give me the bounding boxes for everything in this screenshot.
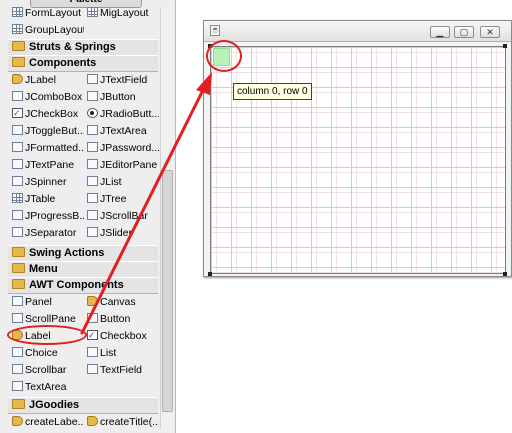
palette-item-jbutton[interactable]: JButton <box>87 89 159 105</box>
palette-item-jlabel[interactable]: JLabel <box>12 72 84 88</box>
spinner-icon <box>12 176 23 186</box>
palette-item-jtable[interactable]: JTable <box>12 191 84 207</box>
label-icon <box>87 416 98 426</box>
category-jgoodies[interactable]: JGoodies <box>8 397 158 414</box>
panel-icon <box>12 296 23 306</box>
palette-item-grouplayout[interactable]: GroupLayout <box>12 22 84 38</box>
folder-open-icon <box>12 57 25 68</box>
folder-open-icon <box>12 279 25 290</box>
palette-item-scrollbar[interactable]: Scrollbar <box>12 362 84 378</box>
category-components[interactable]: Components <box>8 55 158 72</box>
palette-item-createlabel[interactable]: createLabe... <box>12 414 84 430</box>
form-window[interactable]: ☕ ▁ ▢ ✕ <box>203 20 512 277</box>
label-icon <box>12 416 23 426</box>
textfield-icon <box>87 74 98 84</box>
minimize-button[interactable]: ▁ <box>430 26 450 38</box>
textfield-icon <box>87 364 98 374</box>
list-icon <box>87 347 98 357</box>
formatted-field-icon <box>12 142 23 152</box>
cell-tooltip: column 0, row 0 <box>233 83 312 100</box>
palette-item-jtextfield[interactable]: JTextField <box>87 72 159 88</box>
palette-item-jtree[interactable]: JTree <box>87 191 159 207</box>
palette-item-jpassword[interactable]: JPassword... <box>87 140 159 156</box>
folder-icon <box>12 263 25 274</box>
palette-item-textfield[interactable]: TextField <box>87 362 159 378</box>
resize-handle[interactable] <box>208 272 212 276</box>
grid-layout-icon <box>12 24 23 34</box>
label-icon <box>12 74 23 84</box>
palette-item-list[interactable]: List <box>87 345 159 361</box>
category-swing-actions[interactable]: Swing Actions <box>8 245 158 262</box>
textpane-icon <box>12 159 23 169</box>
list-icon <box>87 176 98 186</box>
palette-item-createtitle[interactable]: createTitle(... <box>87 414 159 430</box>
table-icon <box>12 193 23 203</box>
palette-item-jlist[interactable]: JList <box>87 174 159 190</box>
separator-icon <box>12 227 23 237</box>
textarea-icon <box>12 381 23 391</box>
palette-item-checkbox[interactable]: Checkbox <box>87 328 159 344</box>
password-field-icon <box>87 142 98 152</box>
palette-item-jtextpane[interactable]: JTextPane <box>12 157 84 173</box>
palette-item-miglayout[interactable]: MigLayout <box>87 5 159 21</box>
palette-panel: Palette FormLayout MigLayout GroupLayout… <box>0 0 176 433</box>
scrollbar-icon <box>87 210 98 220</box>
palette-item-jtextarea[interactable]: JTextArea <box>87 123 159 139</box>
textarea-icon <box>87 125 98 135</box>
palette-item-formlayout[interactable]: FormLayout <box>12 5 84 21</box>
palette-item-jeditorpane[interactable]: JEditorPane <box>87 157 159 173</box>
toggle-button-icon <box>12 125 23 135</box>
tree-icon <box>87 193 98 203</box>
close-button[interactable]: ✕ <box>480 26 500 38</box>
category-struts-springs[interactable]: Struts & Springs <box>8 39 158 56</box>
palette-item-jprogressbar[interactable]: JProgressB... <box>12 208 84 224</box>
scrollpane-icon <box>12 313 23 323</box>
scrollbar-icon <box>12 364 23 374</box>
combobox-icon <box>12 91 23 101</box>
palette-scrollbar-thumb[interactable] <box>162 170 173 412</box>
palette-item-canvas[interactable]: Canvas <box>87 294 159 310</box>
button-icon <box>87 313 98 323</box>
grid-layout-icon <box>87 7 98 17</box>
folder-open-icon <box>12 399 25 410</box>
palette-item-jslider[interactable]: JSlider <box>87 225 159 241</box>
choice-icon <box>12 347 23 357</box>
palette-item-button[interactable]: Button <box>87 311 159 327</box>
checkbox-icon <box>87 328 98 343</box>
palette-item-jradiobutton[interactable]: JRadioButt... <box>87 106 159 122</box>
maximize-button[interactable]: ▢ <box>454 26 474 38</box>
annotation-circle-label <box>7 325 87 345</box>
palette-item-choice[interactable]: Choice <box>12 345 84 361</box>
progressbar-icon <box>12 210 23 220</box>
palette-item-panel[interactable]: Panel <box>12 294 84 310</box>
palette-item-textarea[interactable]: TextArea <box>12 379 84 395</box>
canvas-icon <box>87 296 98 306</box>
grid-layout-icon <box>12 7 23 17</box>
palette-item-jcheckbox[interactable]: JCheckBox <box>12 106 84 122</box>
palette-item-jformatted[interactable]: JFormatted... <box>12 140 84 156</box>
category-menu[interactable]: Menu <box>8 261 158 278</box>
palette-item-jspinner[interactable]: JSpinner <box>12 174 84 190</box>
folder-icon <box>12 247 25 258</box>
radio-icon <box>87 108 98 118</box>
slider-icon <box>87 227 98 237</box>
window-title-bar[interactable]: ☕ ▁ ▢ ✕ <box>204 21 511 42</box>
checkbox-icon <box>12 106 23 121</box>
resize-handle[interactable] <box>503 272 507 276</box>
button-icon <box>87 91 98 101</box>
annotation-circle-cell <box>206 40 242 72</box>
resize-handle[interactable] <box>503 44 507 48</box>
palette-item-jcombobox[interactable]: JComboBox <box>12 89 84 105</box>
editorpane-icon <box>87 159 98 169</box>
layout-grid[interactable] <box>210 46 506 274</box>
palette-item-jscrollbar[interactable]: JScrollBar <box>87 208 159 224</box>
palette-item-jtogglebutton[interactable]: JToggleBut... <box>12 123 84 139</box>
java-icon: ☕ <box>210 25 220 36</box>
palette-item-jseparator[interactable]: JSeparator <box>12 225 84 241</box>
category-awt-components[interactable]: AWT Components <box>8 277 158 294</box>
folder-icon <box>12 41 25 52</box>
